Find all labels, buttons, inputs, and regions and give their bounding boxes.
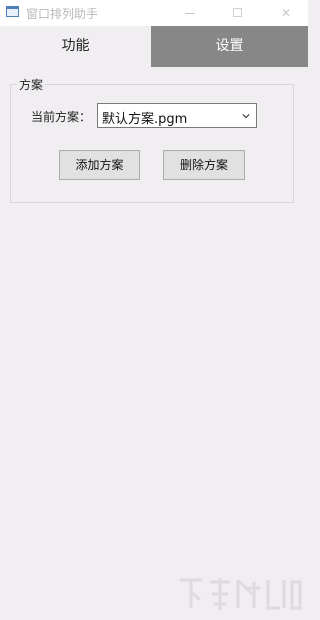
tab-settings[interactable]: 设置: [151, 26, 308, 67]
close-icon[interactable]: ✕: [264, 0, 308, 26]
maximize-icon[interactable]: [216, 0, 260, 26]
plan-group-title: 方案: [17, 76, 46, 93]
title-bar: 窗口排列助手 ✕: [0, 0, 308, 27]
add-plan-button[interactable]: 添加方案: [59, 150, 140, 180]
plan-groupbox: [10, 84, 294, 203]
delete-plan-button[interactable]: 删除方案: [163, 150, 245, 180]
watermark-logo: [180, 578, 302, 610]
chevron-down-icon: [242, 114, 250, 119]
plan-select-value: 默认方案.pgm: [102, 112, 188, 127]
tab-bar: 功能 设置: [0, 26, 308, 67]
tab-functions[interactable]: 功能: [0, 26, 151, 67]
window-title: 窗口排列助手: [26, 7, 99, 21]
minimize-icon[interactable]: [168, 0, 212, 26]
window-app-icon: [6, 6, 19, 17]
current-plan-label: 当前方案：: [31, 110, 92, 124]
plan-select[interactable]: 默认方案.pgm: [97, 103, 257, 128]
